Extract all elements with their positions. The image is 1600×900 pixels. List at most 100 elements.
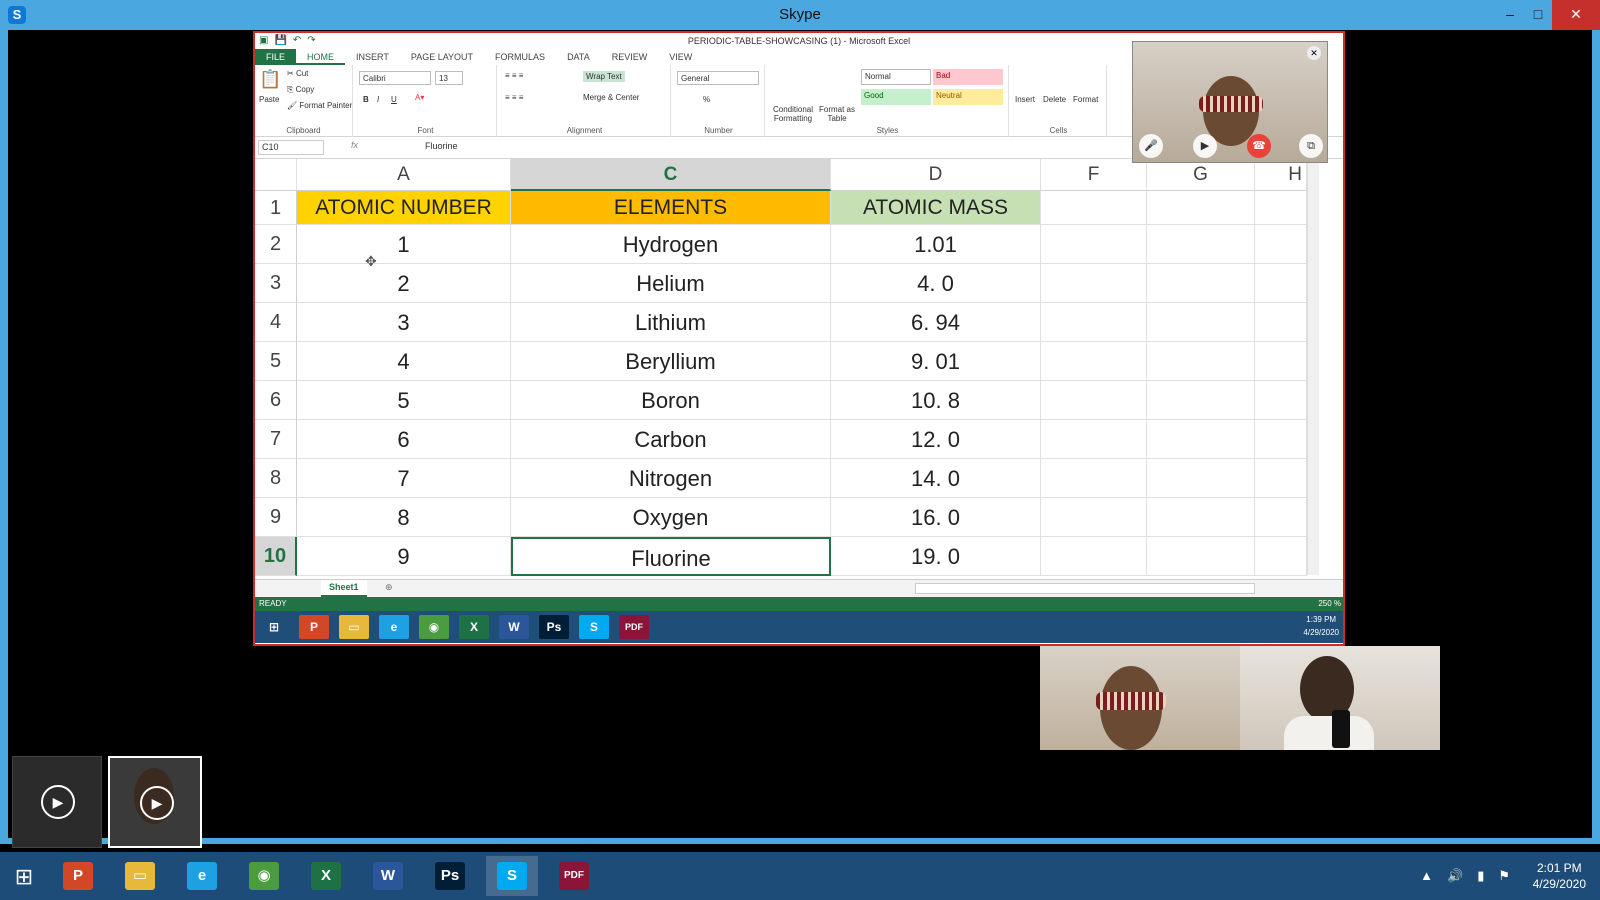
cell-element[interactable]: Hydrogen: [511, 225, 831, 264]
row-header[interactable]: 3: [255, 264, 297, 303]
cell-atomic-mass[interactable]: 9. 01: [831, 342, 1041, 381]
tab-view[interactable]: VIEW: [658, 49, 703, 65]
tab-data[interactable]: DATA: [556, 49, 601, 65]
column-header-f[interactable]: F: [1041, 159, 1147, 191]
add-sheet-icon[interactable]: ⊕: [385, 582, 393, 593]
row-header[interactable]: 4: [255, 303, 297, 342]
align-center-icon[interactable]: ≡ ≡ ≡: [505, 93, 523, 102]
tab-review[interactable]: REVIEW: [601, 49, 659, 65]
maximize-button[interactable]: □: [1524, 0, 1552, 30]
header-atomic-mass[interactable]: ATOMIC MASS: [831, 191, 1041, 225]
row-header[interactable]: 9: [255, 498, 297, 537]
number-format-select[interactable]: General: [677, 71, 759, 85]
cell-atomic-mass[interactable]: 12. 0: [831, 420, 1041, 459]
cell-element[interactable]: Carbon: [511, 420, 831, 459]
cell-atomic-number[interactable]: 7: [297, 459, 511, 498]
column-header-a[interactable]: A: [297, 159, 511, 191]
volume-icon[interactable]: 🔊: [1447, 868, 1463, 884]
style-good[interactable]: Good: [861, 89, 931, 105]
hang-up-icon[interactable]: ☎: [1247, 134, 1271, 158]
windows-start-icon[interactable]: ⊞: [10, 864, 38, 890]
cell-atomic-mass[interactable]: 16. 0: [831, 498, 1041, 537]
horizontal-scrollbar[interactable]: [915, 583, 1255, 594]
fx-icon[interactable]: fx: [351, 140, 358, 150]
delete-cells-button[interactable]: Delete: [1043, 95, 1066, 104]
empty-cell[interactable]: [1041, 537, 1147, 576]
vertical-scrollbar[interactable]: [1307, 159, 1319, 575]
cell-atomic-number[interactable]: 5: [297, 381, 511, 420]
empty-cell[interactable]: [1147, 420, 1255, 459]
cell-atomic-mass[interactable]: 4. 0: [831, 264, 1041, 303]
empty-cell[interactable]: [1041, 381, 1147, 420]
merge-center-button[interactable]: Merge & Center: [583, 93, 639, 102]
empty-cell[interactable]: [1147, 264, 1255, 303]
tab-formulas[interactable]: FORMULAS: [484, 49, 556, 65]
header-atomic-number[interactable]: ATOMIC NUMBER: [297, 191, 511, 225]
row-header[interactable]: 5: [255, 342, 297, 381]
video-camera-icon[interactable]: ▶: [1193, 134, 1217, 158]
empty-cell[interactable]: [1041, 459, 1147, 498]
column-header-h[interactable]: H: [1255, 159, 1307, 191]
empty-cell[interactable]: [1147, 459, 1255, 498]
cell-element[interactable]: Nitrogen: [511, 459, 831, 498]
call-thumbnail[interactable]: ▶: [12, 756, 102, 848]
empty-cell[interactable]: [1255, 498, 1307, 537]
play-icon[interactable]: ▶: [140, 786, 174, 820]
tray-chevron-icon[interactable]: ▲: [1420, 868, 1433, 884]
empty-cell[interactable]: [1147, 498, 1255, 537]
cell-atomic-number[interactable]: 6: [297, 420, 511, 459]
row-header[interactable]: 2: [255, 225, 297, 264]
style-normal[interactable]: Normal: [861, 69, 931, 85]
bold-button[interactable]: B: [363, 95, 369, 104]
format-as-table-button[interactable]: Format as Table: [817, 105, 857, 123]
cell-atomic-mass[interactable]: 14. 0: [831, 459, 1041, 498]
empty-cell[interactable]: [1255, 342, 1307, 381]
style-bad[interactable]: Bad: [933, 69, 1003, 85]
empty-cell[interactable]: [1255, 537, 1307, 576]
empty-cell[interactable]: [1255, 191, 1307, 225]
cell-atomic-mass[interactable]: 1.01: [831, 225, 1041, 264]
empty-cell[interactable]: [1041, 342, 1147, 381]
cell-element[interactable]: Boron: [511, 381, 831, 420]
cell-atomic-number[interactable]: 9: [297, 537, 511, 576]
format-painter-button[interactable]: 🖌 Format Painter: [287, 101, 352, 110]
taskbar-file-explorer-icon[interactable]: ▭: [114, 856, 166, 896]
wrap-text-button[interactable]: Wrap Text: [583, 71, 625, 82]
row-header[interactable]: 7: [255, 420, 297, 459]
italic-button[interactable]: I: [377, 95, 379, 104]
column-header-c[interactable]: C: [511, 159, 831, 191]
taskbar-chrome-icon[interactable]: ◉: [238, 856, 290, 896]
insert-cells-button[interactable]: Insert: [1015, 95, 1035, 104]
cell-atomic-number[interactable]: 2: [297, 264, 511, 303]
format-cells-button[interactable]: Format: [1073, 95, 1098, 104]
microphone-icon[interactable]: 🎤: [1139, 134, 1163, 158]
empty-cell[interactable]: [1041, 264, 1147, 303]
percent-button[interactable]: %: [703, 95, 710, 104]
empty-cell[interactable]: [1255, 459, 1307, 498]
tab-file[interactable]: FILE: [255, 49, 297, 65]
taskbar-pdf-icon[interactable]: PDF: [548, 856, 600, 896]
cut-button[interactable]: ✂ Cut: [287, 69, 308, 78]
select-all-corner[interactable]: [255, 159, 297, 191]
cell-atomic-mass[interactable]: 19. 0: [831, 537, 1041, 576]
sheet-tab-sheet1[interactable]: Sheet1: [321, 580, 367, 597]
empty-cell[interactable]: [1255, 264, 1307, 303]
cell-atomic-number[interactable]: 8: [297, 498, 511, 537]
taskbar-powerpoint-icon[interactable]: P: [52, 856, 104, 896]
cell-atomic-number[interactable]: 1: [297, 225, 511, 264]
empty-cell[interactable]: [1041, 225, 1147, 264]
conditional-formatting-button[interactable]: Conditional Formatting: [771, 105, 815, 123]
empty-cell[interactable]: [1147, 537, 1255, 576]
spreadsheet-grid[interactable]: A C D F G H 1 ATOMIC NUMBER ELEMENTS ATO…: [255, 159, 1343, 576]
cell-atomic-number[interactable]: 4: [297, 342, 511, 381]
participant-video-1[interactable]: [1040, 646, 1240, 750]
cell-element[interactable]: Oxygen: [511, 498, 831, 537]
column-header-g[interactable]: G: [1147, 159, 1255, 191]
font-name-select[interactable]: Calibri: [359, 71, 431, 85]
taskbar-word-icon[interactable]: W: [362, 856, 414, 896]
empty-cell[interactable]: [1041, 498, 1147, 537]
taskbar-excel-icon[interactable]: X: [300, 856, 352, 896]
cell-atomic-mass[interactable]: 6. 94: [831, 303, 1041, 342]
network-icon[interactable]: ▮: [1477, 868, 1484, 884]
empty-cell[interactable]: [1147, 381, 1255, 420]
